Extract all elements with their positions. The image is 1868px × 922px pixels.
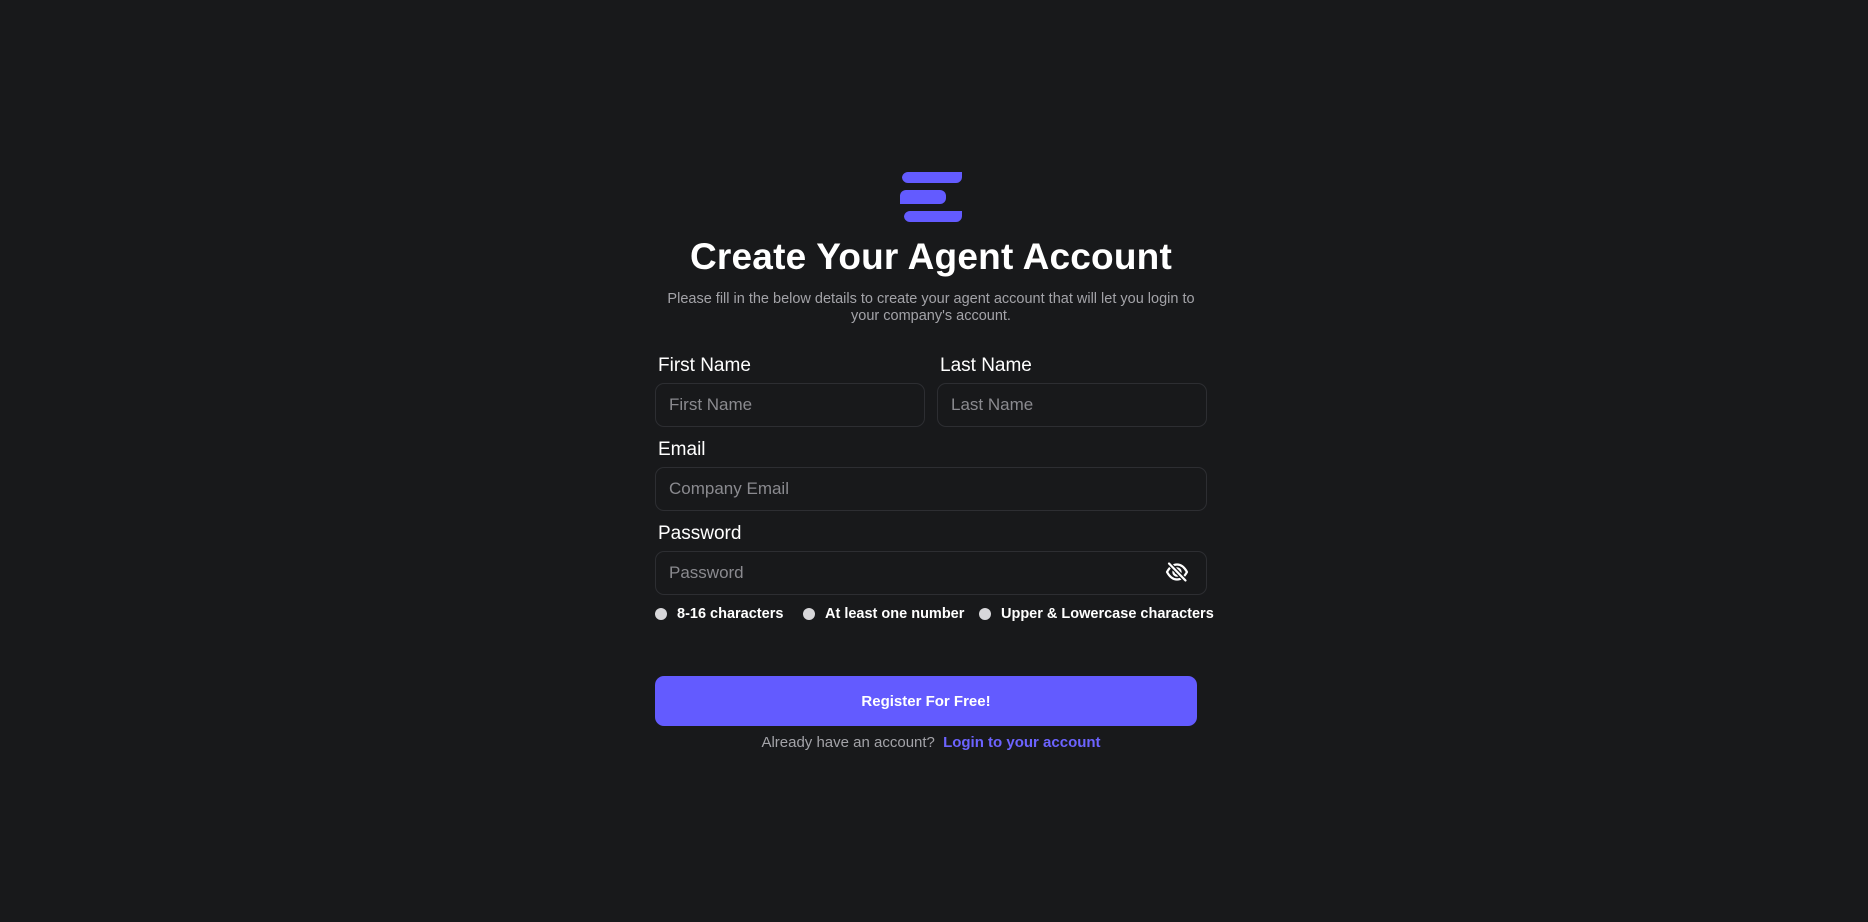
brand-logo-icon	[900, 172, 962, 222]
requirement-length: 8-16 characters	[655, 606, 783, 622]
page-subtitle: Please fill in the below details to crea…	[667, 291, 1195, 324]
requirement-label: At least one number	[825, 606, 965, 622]
requirement-case: Upper & Lowercase characters	[979, 606, 1214, 622]
login-prompt-text: Already have an account?	[761, 734, 935, 751]
first-name-input[interactable]	[655, 383, 925, 427]
last-name-label: Last Name	[940, 355, 1032, 376]
requirement-label: Upper & Lowercase characters	[1001, 606, 1214, 622]
password-label: Password	[658, 523, 742, 544]
register-button[interactable]: Register For Free!	[655, 676, 1197, 726]
status-dot-icon	[803, 608, 815, 620]
password-input[interactable]	[655, 551, 1207, 595]
status-dot-icon	[655, 608, 667, 620]
requirement-number: At least one number	[803, 606, 964, 622]
login-link[interactable]: Login to your account	[943, 734, 1101, 751]
status-dot-icon	[979, 608, 991, 620]
last-name-input[interactable]	[937, 383, 1207, 427]
login-prompt: Already have an account? Login to your a…	[655, 734, 1207, 752]
requirement-label: 8-16 characters	[677, 606, 784, 622]
email-input[interactable]	[655, 467, 1207, 511]
eye-slash-icon[interactable]	[1165, 560, 1189, 584]
email-label: Email	[658, 439, 706, 460]
page-title: Create Your Agent Account	[690, 236, 1172, 277]
first-name-label: First Name	[658, 355, 751, 376]
